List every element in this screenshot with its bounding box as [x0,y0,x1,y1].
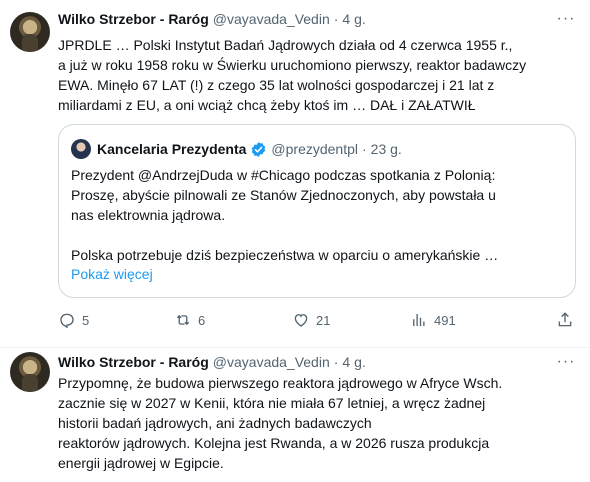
author-name[interactable]: Kancelaria Prezydenta [97,141,246,157]
more-options-icon[interactable]: ··· [556,352,576,372]
tweet[interactable]: Wilko Strzebor - Raróg @vayavada_Vedin ·… [0,0,590,348]
tweet-header: Wilko Strzebor - Raróg @vayavada_Vedin ·… [58,352,366,372]
heart-icon [294,314,308,327]
reply-icon [60,313,74,329]
views-button[interactable]: 491 [410,310,456,330]
separator: · [362,141,367,157]
author-name[interactable]: Wilko Strzebor - Raróg [58,11,209,27]
tweet-text: Przypomnę, że budowa pierwszego reaktora… [58,375,503,471]
quoted-tweet-header: Kancelaria Prezydenta @prezydentpl · 23 … [71,139,402,159]
timestamp[interactable]: 4 g. [342,11,365,27]
like-count: 21 [316,312,331,328]
retweet-count: 6 [198,312,206,328]
author-handle[interactable]: @prezydentpl [271,141,358,157]
avatar[interactable] [10,12,50,52]
reply-button[interactable]: 5 [58,310,89,330]
avatar[interactable] [71,139,91,159]
quoted-tweet[interactable]: Kancelaria Prezydenta @prezydentpl · 23 … [58,124,576,298]
show-more-link[interactable]: Pokaż więcej [71,264,153,284]
like-button[interactable]: 21 [292,310,330,330]
tweet[interactable]: Wilko Strzebor - Raróg @vayavada_Vedin ·… [0,348,590,482]
tweet-header: Wilko Strzebor - Raróg @vayavada_Vedin ·… [58,9,366,29]
timestamp[interactable]: 4 g. [342,354,365,370]
author-name[interactable]: Wilko Strzebor - Raróg [58,354,209,370]
retweet-icon [176,314,190,326]
avatar[interactable] [10,352,50,392]
separator: · [333,11,339,27]
separator: · [333,354,339,370]
author-handle[interactable]: @vayavada_Vedin [213,354,330,370]
tweet-actions: 5 6 21 491 [58,310,578,330]
quoted-tweet-text: Prezydent @AndrzejDuda w #Chicago podcza… [71,167,499,263]
timestamp[interactable]: 23 g. [371,141,402,157]
more-options-icon[interactable]: ··· [556,9,576,29]
author-handle[interactable]: @vayavada_Vedin [213,11,330,27]
retweet-button[interactable]: 6 [174,310,205,330]
view-count: 491 [434,312,456,328]
verified-badge-icon [252,141,266,157]
share-icon [558,312,572,327]
reply-count: 5 [82,312,90,328]
share-button[interactable] [556,310,580,330]
tweet-text: JPRDLE … Polski Instytut Badań Jądrowych… [58,37,527,113]
analytics-icon [413,314,425,326]
